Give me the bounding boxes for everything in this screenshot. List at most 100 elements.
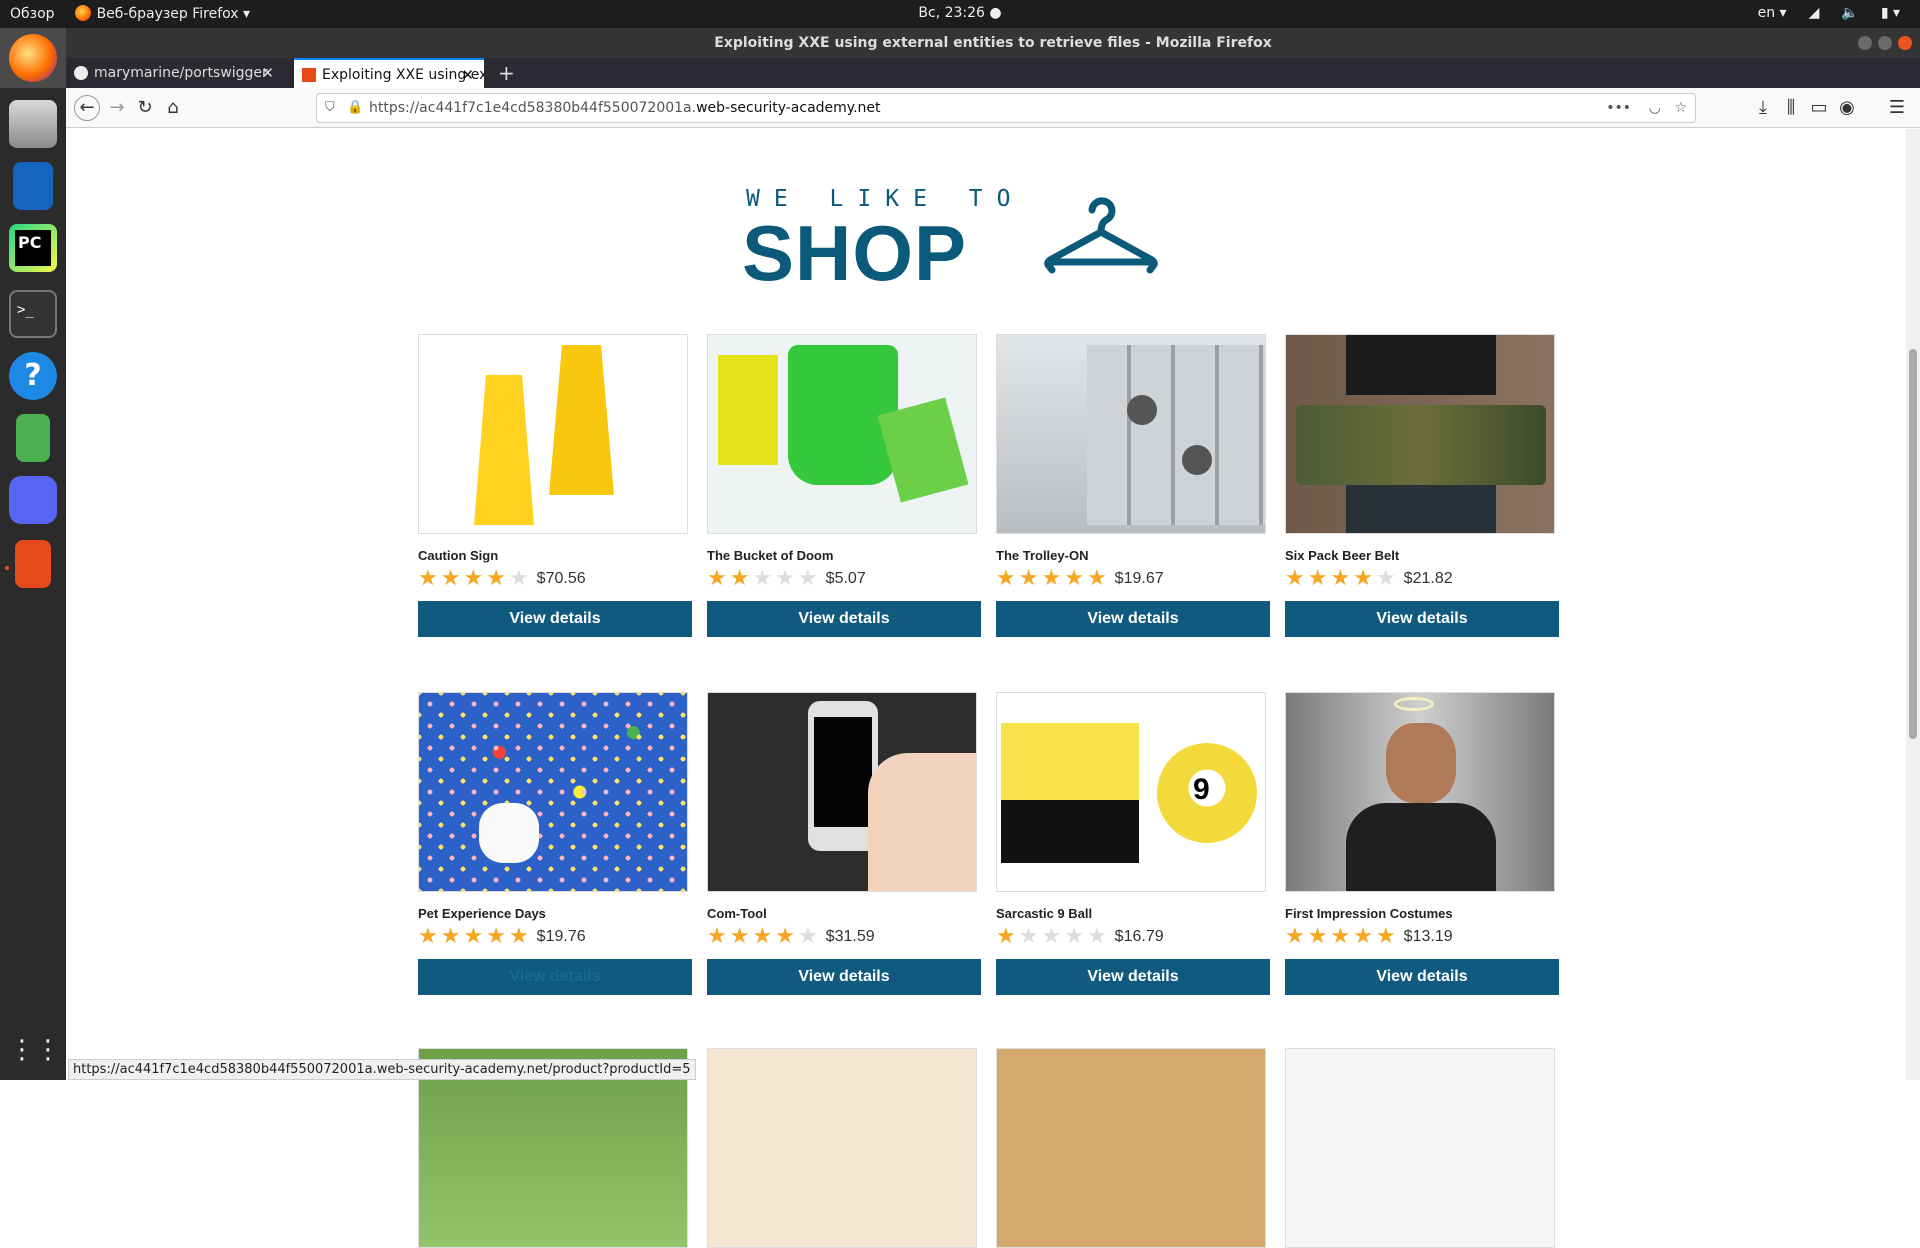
product-image-bucket-of-doom[interactable]: [707, 334, 977, 534]
shield-icon[interactable]: ⛉: [325, 94, 335, 122]
account-icon[interactable]: ◉: [1836, 97, 1858, 119]
reload-button[interactable]: ↻: [134, 97, 156, 119]
star-icon: ★: [797, 924, 818, 949]
sidebar-icon[interactable]: ▭: [1808, 97, 1830, 119]
product-rating: ★ ★ ★ ★ ★ $70.56: [418, 567, 692, 591]
menu-icon[interactable]: ☰: [1886, 97, 1908, 119]
product-card: First Impression Costumes ★ ★ ★ ★ ★ $13.19 V…: [1285, 692, 1559, 995]
writer-icon[interactable]: [13, 162, 53, 210]
show-apps-icon[interactable]: ⋮⋮⋮: [9, 1026, 87, 1074]
view-details-button[interactable]: View details: [707, 959, 981, 995]
forward-button[interactable]: →: [106, 97, 128, 119]
tab-exploiting-xxe[interactable]: Exploiting XXE using ext ✕: [294, 58, 484, 88]
product-rating: ★ ★ ★ ★ ★ $16.79: [996, 925, 1270, 949]
network-icon[interactable]: ◢: [1809, 5, 1820, 21]
product-card: Caution Sign ★ ★ ★ ★ ★ $70.56 View details: [418, 334, 692, 637]
close-icon[interactable]: ✕: [261, 58, 274, 88]
product-image-com-tool[interactable]: [707, 692, 977, 892]
close-window-button[interactable]: [1898, 36, 1912, 50]
lock-icon[interactable]: 🔒: [347, 94, 363, 122]
pycharm-icon[interactable]: PC: [9, 224, 57, 272]
dock: PC >_ ? ⋮⋮⋮: [0, 28, 87, 1080]
star-icon: ★: [1375, 566, 1396, 591]
files-icon[interactable]: [9, 100, 57, 148]
tab-github[interactable]: marymarine/portswigger ✕: [66, 58, 284, 88]
back-button[interactable]: ←: [74, 95, 100, 121]
burp-icon[interactable]: [15, 540, 51, 588]
product-rating: ★ ★ ★ ★ ★ $31.59: [707, 925, 981, 949]
discord-icon[interactable]: [9, 476, 57, 524]
product-price: $31.59: [825, 928, 875, 945]
new-tab-button[interactable]: +: [492, 58, 522, 88]
notes-icon[interactable]: [16, 414, 50, 462]
view-details-button[interactable]: View details: [1285, 601, 1559, 637]
hanger-icon: [1044, 197, 1158, 274]
help-icon[interactable]: ?: [9, 352, 57, 400]
star-icon: ★: [1375, 924, 1396, 949]
star-icon: ★: [729, 566, 750, 591]
page-actions-icon[interactable]: •••: [1606, 94, 1631, 122]
battery-icon[interactable]: ▮ ▾: [1881, 5, 1900, 21]
view-details-button[interactable]: View details: [996, 601, 1270, 637]
pocket-icon[interactable]: ◡: [1649, 94, 1661, 122]
product-rating: ★ ★ ★ ★ ★ $5.07: [707, 567, 981, 591]
downloads-icon[interactable]: ⤓: [1752, 97, 1774, 119]
product-card: [707, 1048, 981, 1248]
window-titlebar: Exploiting XXE using external entities t…: [66, 28, 1920, 58]
product-name: The Trolley-ON: [996, 548, 1089, 563]
star-icon: ★: [440, 924, 461, 949]
star-icon: ★: [729, 924, 750, 949]
product-image[interactable]: [707, 1048, 977, 1248]
view-details-button[interactable]: View details: [418, 959, 692, 995]
scrollbar-thumb[interactable]: [1909, 349, 1917, 739]
star-icon: ★: [1041, 566, 1062, 591]
view-details-button[interactable]: View details: [1285, 959, 1559, 995]
volume-icon[interactable]: 🔈: [1841, 5, 1858, 21]
view-details-button[interactable]: View details: [707, 601, 981, 637]
product-image[interactable]: [996, 1048, 1266, 1248]
product-image[interactable]: [1285, 1048, 1555, 1248]
terminal-icon[interactable]: >_: [9, 290, 57, 338]
library-icon[interactable]: ⫼: [1780, 97, 1802, 119]
shop-logo[interactable]: WE LIKE TO SHOP: [742, 186, 1176, 297]
star-icon: ★: [1285, 566, 1305, 591]
product-rating: ★ ★ ★ ★ ★ $21.82: [1285, 567, 1559, 591]
star-icon: ★: [1064, 924, 1084, 949]
tab-strip: marymarine/portswigger ✕ Exploiting XXE …: [66, 58, 1920, 88]
star-icon: ★: [508, 924, 529, 949]
product-image-trolley-on[interactable]: [996, 334, 1266, 534]
product-rating: ★ ★ ★ ★ ★ $19.67: [996, 567, 1270, 591]
github-icon: [74, 66, 88, 80]
product-image-first-impression-costumes[interactable]: [1285, 692, 1555, 892]
star-icon: ★: [1018, 924, 1039, 949]
product-image-caution-sign[interactable]: [418, 334, 688, 534]
product-name: First Impression Costumes: [1285, 906, 1453, 921]
view-details-button[interactable]: View details: [418, 601, 692, 637]
star-icon: ★: [1307, 566, 1328, 591]
home-button[interactable]: ⌂: [162, 97, 184, 119]
maximize-button[interactable]: [1878, 36, 1892, 50]
product-image-sarcastic-9-ball[interactable]: 9: [996, 692, 1266, 892]
minimize-button[interactable]: [1858, 36, 1872, 50]
language-indicator[interactable]: en ▾: [1758, 5, 1787, 21]
product-image-pet-experience-days[interactable]: [418, 692, 688, 892]
url-text[interactable]: https://ac441f7c1e4cd58380b44f550072001a…: [369, 94, 881, 122]
close-icon[interactable]: ✕: [461, 60, 474, 88]
star-icon: ★: [707, 566, 727, 591]
product-name: The Bucket of Doom: [707, 548, 834, 563]
product-name: Sarcastic 9 Ball: [996, 906, 1093, 921]
star-icon: ★: [1330, 924, 1351, 949]
firefox-icon[interactable]: [9, 34, 57, 82]
product-card: The Trolley-ON ★ ★ ★ ★ ★ $19.67 View details: [996, 334, 1270, 637]
url-bar[interactable]: ⛉ 🔒 https://ac441f7c1e4cd58380b44f550072…: [316, 93, 1696, 123]
product-card: The Bucket of Doom ★ ★ ★ ★ ★ $5.07 View deta…: [707, 334, 981, 637]
product-price: $16.79: [1114, 928, 1164, 945]
product-image-six-pack-beer-belt[interactable]: [1285, 334, 1555, 534]
star-icon: ★: [1086, 924, 1107, 949]
clock[interactable]: Вс, 23:26 ●: [918, 5, 1001, 21]
scrollbar[interactable]: [1906, 129, 1920, 1080]
star-icon: ★: [1353, 924, 1373, 949]
product-price: $13.19: [1403, 928, 1453, 945]
bookmark-star-icon[interactable]: ☆: [1674, 94, 1687, 122]
view-details-button[interactable]: View details: [996, 959, 1270, 995]
